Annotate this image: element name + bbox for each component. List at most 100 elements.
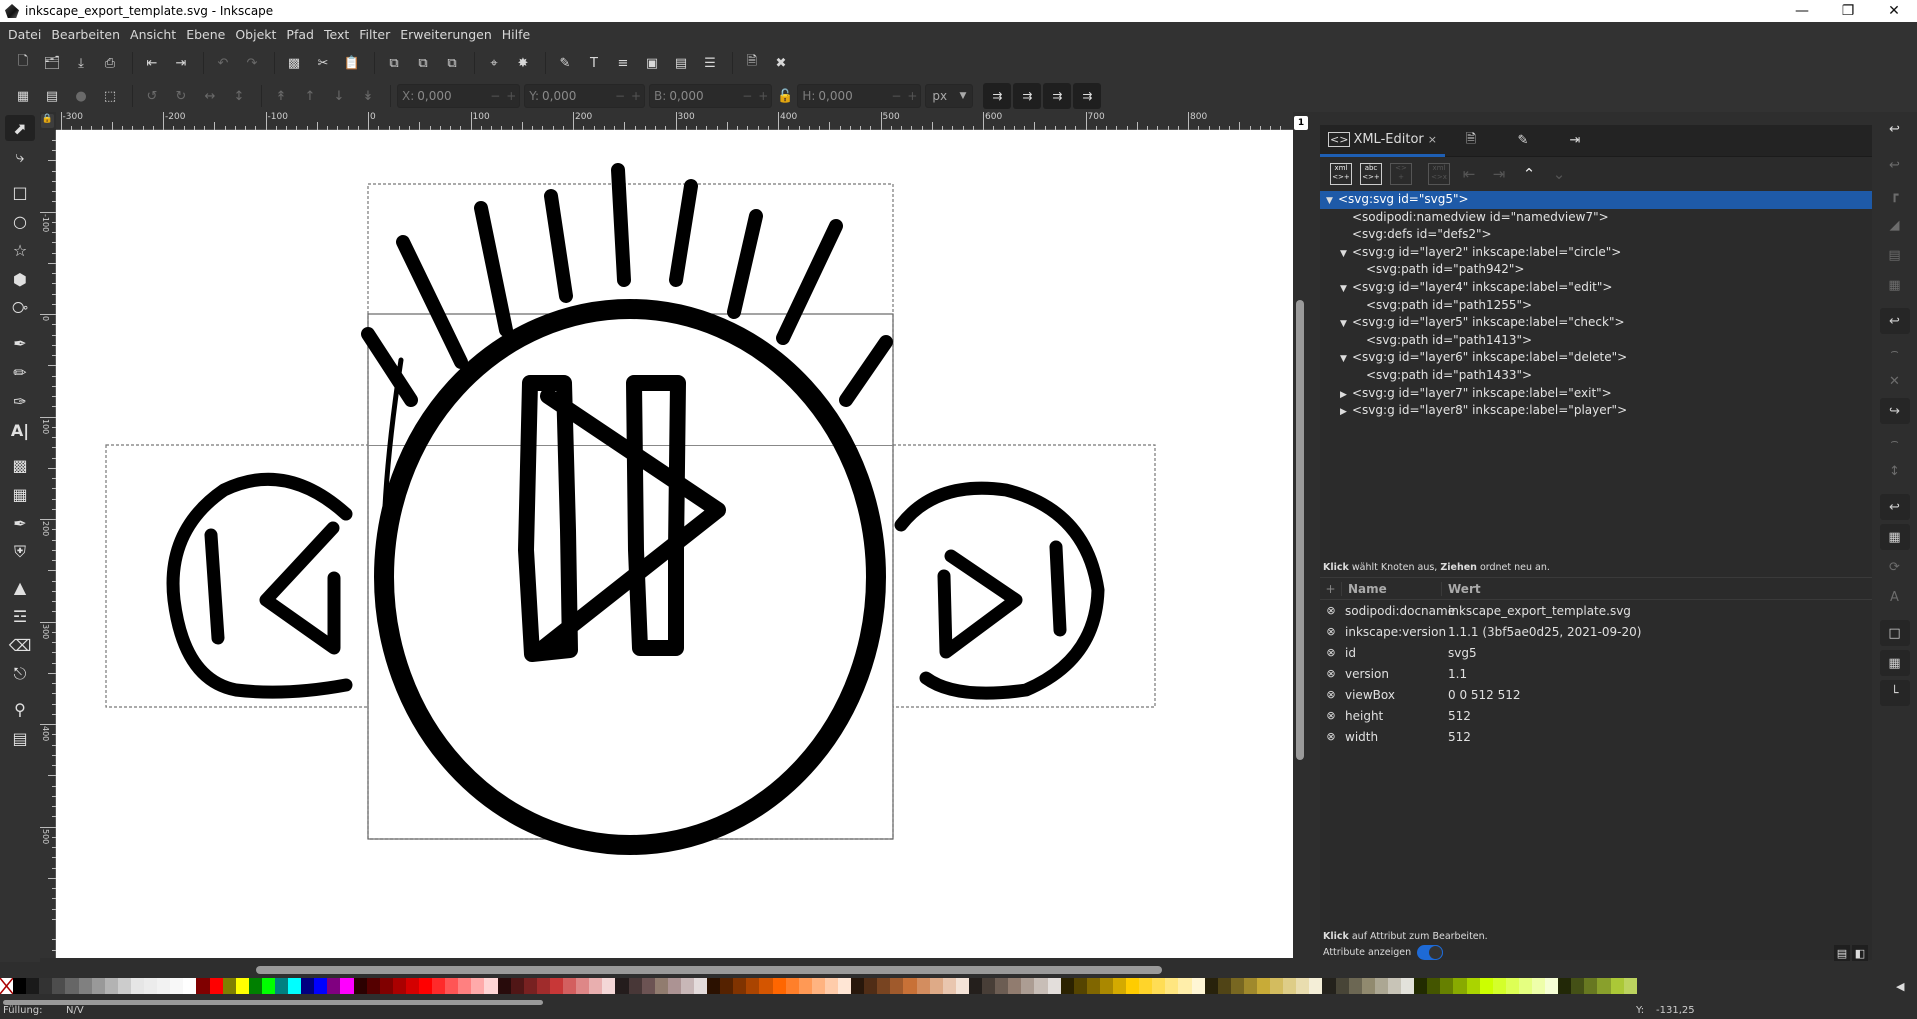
menu-filter[interactable]: Filter: [356, 27, 397, 42]
color-swatch[interactable]: [1283, 978, 1297, 994]
drawing-canvas[interactable]: [56, 130, 1293, 958]
attribute-row[interactable]: ⊗ id svg5: [1320, 642, 1872, 663]
color-swatch[interactable]: [1361, 978, 1375, 994]
snap-bbox-center-icon[interactable]: ▦: [1880, 272, 1910, 298]
3d-box-tool-icon[interactable]: ⬢: [5, 266, 35, 292]
color-swatch[interactable]: [353, 978, 367, 994]
color-swatch[interactable]: [720, 978, 734, 994]
snap-cusp-icon[interactable]: ↪: [1879, 398, 1910, 424]
menu-text[interactable]: Text: [321, 27, 356, 42]
color-swatch[interactable]: [1466, 978, 1480, 994]
snap-bbox-edge-icon[interactable]: ┏: [1880, 182, 1910, 208]
height-decrement[interactable]: −: [888, 89, 904, 103]
spiral-tool-icon[interactable]: ⧂: [5, 295, 35, 321]
color-swatch[interactable]: [1047, 978, 1061, 994]
xml-tree-node[interactable]: <sodipodi:namedview id="namedview7">: [1320, 209, 1872, 227]
xml-tree-node[interactable]: <svg:path id="path1413">: [1320, 332, 1872, 350]
xml-tree-node[interactable]: ▶ <svg:g id="layer8" inkscape:label="play…: [1320, 402, 1872, 420]
color-swatch[interactable]: [1217, 978, 1231, 994]
height-increment[interactable]: +: [904, 89, 920, 103]
color-swatch[interactable]: [890, 978, 904, 994]
color-swatch[interactable]: [929, 978, 943, 994]
flip-horizontal-icon[interactable]: ↔: [197, 84, 223, 108]
attribute-value[interactable]: 1.1.1 (3bf5ae0d25, 2021-09-20): [1448, 625, 1641, 639]
new-document-icon[interactable]: 🗋: [10, 51, 36, 75]
snap-toggle-icon[interactable]: ↩: [1880, 116, 1910, 142]
color-swatch[interactable]: [314, 978, 328, 994]
color-swatch[interactable]: [235, 978, 249, 994]
x-increment[interactable]: +: [503, 89, 519, 103]
delete-attribute-icon[interactable]: ⊗: [1320, 646, 1342, 659]
copy-icon[interactable]: ▩: [281, 51, 307, 75]
delete-attribute-icon[interactable]: ⊗: [1320, 604, 1342, 617]
xml-tree-node[interactable]: ▼ <svg:svg id="svg5">: [1320, 191, 1872, 209]
layout-vertical-icon[interactable]: ◧: [1852, 945, 1868, 961]
color-swatch[interactable]: [1492, 978, 1506, 994]
color-swatch[interactable]: [1296, 978, 1310, 994]
color-swatch[interactable]: [1427, 978, 1441, 994]
color-swatch[interactable]: [785, 978, 799, 994]
color-swatch[interactable]: [1374, 978, 1388, 994]
menu-pfad[interactable]: Pfad: [283, 27, 321, 42]
menu-datei[interactable]: Datei: [5, 27, 48, 42]
color-swatch[interactable]: [196, 978, 210, 994]
y-increment[interactable]: +: [628, 89, 644, 103]
snap-others-icon[interactable]: ↩: [1879, 494, 1910, 520]
color-swatch[interactable]: [1073, 978, 1087, 994]
color-swatch[interactable]: [811, 978, 825, 994]
lower-icon[interactable]: ↓: [326, 84, 352, 108]
y-decrement[interactable]: −: [612, 89, 628, 103]
eraser-tool-icon[interactable]: ⌫: [5, 632, 35, 658]
print-icon[interactable]: ⎙: [97, 51, 123, 75]
menu-erweiterungen[interactable]: Erweiterungen: [397, 27, 499, 42]
preferences-icon[interactable]: ✖: [768, 51, 794, 75]
color-swatch[interactable]: [340, 978, 354, 994]
attribute-row[interactable]: ⊗ inkscape:version 1.1.1 (3bf5ae0d25, 2021…: [1320, 621, 1872, 642]
palette-menu-icon[interactable]: ◀: [1896, 980, 1904, 993]
color-swatch[interactable]: [641, 978, 655, 994]
snap-midpoints-icon[interactable]: ↕: [1880, 458, 1910, 484]
color-swatch[interactable]: [838, 978, 852, 994]
color-swatch[interactable]: [405, 978, 419, 994]
color-swatch[interactable]: [1322, 978, 1336, 994]
unit-select[interactable]: px ▼: [925, 84, 974, 108]
color-swatch[interactable]: [366, 978, 380, 994]
color-swatch[interactable]: [1401, 978, 1415, 994]
import-icon[interactable]: ⇤: [139, 51, 165, 75]
attribute-row[interactable]: ⊗ sodipodi:docname inkscape_export_templat…: [1320, 600, 1872, 621]
color-swatch[interactable]: [170, 978, 184, 994]
delete-node-icon[interactable]: xml <>x: [1428, 163, 1450, 185]
export-icon[interactable]: ⇥: [168, 51, 194, 75]
color-swatch[interactable]: [746, 978, 760, 994]
new-element-node-icon[interactable]: xml <>+: [1330, 163, 1352, 185]
rectangle-tool-icon[interactable]: □: [5, 179, 35, 205]
color-swatch[interactable]: [1335, 978, 1349, 994]
show-attributes-toggle[interactable]: [1417, 945, 1444, 960]
tab-document-properties[interactable]: 🗎: [1445, 125, 1497, 157]
delete-attribute-icon[interactable]: ⊗: [1320, 667, 1342, 680]
duplicate-node-icon[interactable]: <> +: [1390, 163, 1412, 185]
delete-attribute-icon[interactable]: ⊗: [1320, 688, 1342, 701]
x-field[interactable]: X: − +: [397, 84, 521, 108]
snap-object-center-icon[interactable]: ▦: [1879, 524, 1910, 550]
color-swatch[interactable]: [1178, 978, 1192, 994]
color-swatch[interactable]: [982, 978, 996, 994]
color-swatch[interactable]: [445, 978, 459, 994]
gradient-tool-icon[interactable]: ▩: [5, 452, 35, 478]
color-swatch[interactable]: [1099, 978, 1113, 994]
vertical-scrollbar[interactable]: [1296, 300, 1304, 760]
xml-tree-node[interactable]: ▼ <svg:g id="layer5" inkscape:label="chec…: [1320, 314, 1872, 332]
color-swatch[interactable]: [1348, 978, 1362, 994]
bezier-tool-icon[interactable]: ✒: [5, 330, 35, 356]
attribute-value[interactable]: 512: [1448, 730, 1471, 744]
color-swatch[interactable]: [1558, 978, 1572, 994]
node-tool-icon[interactable]: ⤷: [5, 144, 35, 170]
color-swatch[interactable]: [274, 978, 289, 994]
color-swatch[interactable]: [1270, 978, 1284, 994]
color-swatch[interactable]: [995, 978, 1009, 994]
color-swatch[interactable]: [432, 978, 446, 994]
color-swatch[interactable]: [903, 978, 917, 994]
tab-export[interactable]: ⇥: [1549, 125, 1601, 157]
snap-bbox-midpoint-icon[interactable]: ▤: [1880, 242, 1910, 268]
xml-tree-node[interactable]: ▼ <svg:g id="layer6" inkscape:label="dele…: [1320, 349, 1872, 367]
